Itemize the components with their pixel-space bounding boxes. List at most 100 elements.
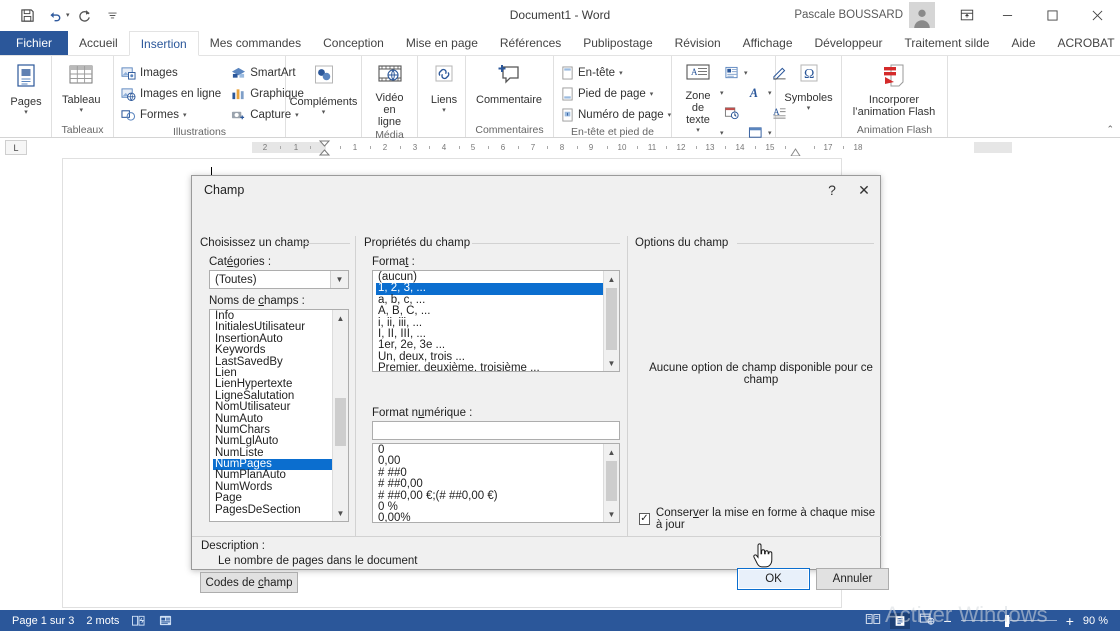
zoom-handle[interactable]	[1004, 614, 1009, 627]
pages-dropdown-caret[interactable]: ▾	[24, 109, 28, 116]
liens-dropdown-caret[interactable]: ▾	[442, 107, 446, 114]
images-en-ligne-button[interactable]: Images en ligne	[118, 83, 226, 104]
zoom-out-button[interactable]: −	[944, 613, 952, 629]
tab-mise-en-page[interactable]: Mise en page	[395, 31, 489, 55]
list-item[interactable]: Premier, deuxième, troisième ...	[376, 362, 603, 371]
symboles-button[interactable]: Ω Symboles ▾	[780, 60, 837, 112]
scroll-thumb[interactable]	[606, 288, 617, 350]
proofing-icon[interactable]	[131, 614, 146, 627]
tab-mes-commandes[interactable]: Mes commandes	[199, 31, 312, 55]
tab-traitement-silde[interactable]: Traitement silde	[894, 31, 1001, 55]
list-item[interactable]: NomUtilisateur	[213, 401, 332, 413]
page-indicator[interactable]: Page 1 sur 3	[12, 615, 74, 627]
cancel-button[interactable]: Annuler	[816, 568, 889, 590]
avatar[interactable]	[909, 2, 935, 28]
tab-aide[interactable]: Aide	[1000, 31, 1046, 55]
scroll-down-icon[interactable]: ▼	[604, 506, 619, 522]
formes-dropdown-caret[interactable]: ▾	[183, 111, 187, 119]
en-tete-dropdown-caret[interactable]: ▾	[619, 69, 623, 77]
web-layout-icon[interactable]	[919, 612, 935, 629]
object-dropdown-caret[interactable]: ▾	[768, 129, 776, 137]
print-layout-icon[interactable]	[889, 612, 910, 629]
tab-fichier[interactable]: Fichier	[0, 31, 69, 55]
tableau-button[interactable]: Tableau ▾	[56, 60, 107, 114]
field-names-scrollbar[interactable]: ▲ ▼	[332, 310, 348, 521]
zone-de-texte-button[interactable]: A Zone de texte ▾	[676, 60, 720, 134]
liens-button[interactable]: Liens ▾	[422, 60, 466, 114]
categories-combobox[interactable]: (Toutes) ▼	[209, 270, 349, 289]
scroll-down-icon[interactable]: ▼	[333, 505, 348, 521]
list-item[interactable]: 0	[376, 444, 603, 456]
date-time-icon[interactable]	[720, 103, 742, 122]
format-scrollbar[interactable]: ▲ ▼	[603, 271, 619, 371]
numeric-format-input[interactable]	[372, 421, 620, 440]
minimize-button[interactable]	[985, 0, 1030, 30]
tab-affichage[interactable]: Affichage	[732, 31, 804, 55]
customize-qat-icon[interactable]	[100, 4, 126, 26]
zone-de-texte-dropdown-caret[interactable]: ▾	[696, 127, 700, 134]
symboles-dropdown-caret[interactable]: ▾	[807, 105, 811, 112]
preserve-formatting-checkbox[interactable]: ✓ Conserver la mise en forme à chaque mi…	[639, 507, 880, 531]
list-item[interactable]: 0,00%	[376, 512, 603, 522]
pied-de-page-button[interactable]: Pied de page ▾	[558, 83, 676, 104]
undo-icon[interactable]	[42, 4, 68, 26]
pages-button[interactable]: Pages ▾	[4, 60, 48, 116]
complements-button[interactable]: Compléments ▾	[290, 60, 357, 116]
numeric-format-scrollbar[interactable]: ▲ ▼	[603, 444, 619, 522]
horizontal-ruler[interactable]: L 2 1 1 2 3 4 5 6 7 8 9 10 11 12 13 14 1…	[0, 139, 1120, 157]
field-codes-button[interactable]: Codes de champ	[200, 572, 298, 593]
list-item[interactable]: A, B, C, ...	[376, 305, 603, 317]
list-item[interactable]: PagesDeSection	[213, 504, 332, 516]
list-item[interactable]: # ##0,00	[376, 478, 603, 490]
scroll-up-icon[interactable]: ▲	[604, 271, 619, 287]
tableau-dropdown-caret[interactable]: ▾	[80, 107, 84, 114]
scroll-thumb[interactable]	[606, 461, 617, 501]
tab-stop-selector[interactable]: L	[5, 140, 27, 155]
undo-dropdown-caret[interactable]: ▾	[66, 11, 70, 19]
word-count[interactable]: 2 mots	[86, 615, 119, 627]
zoom-in-button[interactable]: +	[1066, 613, 1074, 629]
zoom-slider[interactable]	[960, 614, 1057, 627]
pied-de-page-dropdown-caret[interactable]: ▾	[650, 90, 654, 98]
chevron-down-icon[interactable]: ▼	[330, 271, 348, 288]
close-button[interactable]	[1075, 0, 1120, 30]
tab-acrobat[interactable]: ACROBAT	[1047, 31, 1120, 55]
tab-revision[interactable]: Révision	[664, 31, 732, 55]
commentaire-button[interactable]: Commentaire	[470, 60, 548, 106]
ribbon-display-options-icon[interactable]	[949, 0, 985, 30]
accessibility-icon[interactable]	[158, 614, 173, 627]
dialog-title-bar[interactable]: Champ ? ✕	[192, 176, 880, 204]
quick-parts-dropdown-caret[interactable]: ▾	[744, 69, 752, 77]
wordart-dropdown-caret[interactable]: ▾	[768, 89, 776, 97]
complements-dropdown-caret[interactable]: ▾	[322, 109, 326, 116]
checkbox-box[interactable]: ✓	[639, 513, 650, 525]
list-item[interactable]: # ##0,00 €;(# ##0,00 €)	[376, 490, 603, 502]
tab-publipostage[interactable]: Publipostage	[572, 31, 663, 55]
video-en-ligne-button[interactable]: Vidéo en ligne	[366, 60, 413, 128]
field-names-listbox[interactable]: Info InitialesUtilisateur InsertionAuto Key…	[209, 309, 349, 522]
numero-de-page-button[interactable]: Numéro de page ▾	[558, 104, 676, 125]
images-button[interactable]: Images	[118, 62, 226, 83]
redo-icon[interactable]	[72, 4, 98, 26]
scroll-down-icon[interactable]: ▼	[604, 355, 619, 371]
save-icon[interactable]	[14, 4, 40, 26]
scroll-up-icon[interactable]: ▲	[333, 310, 348, 326]
list-item[interactable]: Keywords	[213, 344, 332, 356]
maximize-button[interactable]	[1030, 0, 1075, 30]
numeric-format-listbox[interactable]: 0 0,00 # ##0 # ##0,00 # ##0,00 €;(# ##0,00 €…	[372, 443, 620, 523]
list-item[interactable]: Page	[213, 492, 332, 504]
scroll-up-icon[interactable]: ▲	[604, 444, 619, 460]
numero-de-page-dropdown-caret[interactable]: ▾	[668, 111, 672, 119]
incorporer-animation-flash-button[interactable]: Incorporer l’animation Flash	[846, 60, 942, 118]
signature-dropdown-caret[interactable]: ▾	[720, 89, 728, 97]
list-item[interactable]: NumLglAuto	[213, 435, 332, 447]
tab-conception[interactable]: Conception	[312, 31, 395, 55]
formes-button[interactable]: Formes ▾	[118, 104, 226, 125]
dialog-close-icon[interactable]: ✕	[848, 177, 880, 203]
quick-parts-icon[interactable]	[720, 63, 742, 82]
tab-references[interactable]: Références	[489, 31, 572, 55]
dialog-help-icon[interactable]: ?	[816, 177, 848, 203]
en-tete-button[interactable]: En-tête ▾	[558, 62, 676, 83]
tab-insertion[interactable]: Insertion	[128, 31, 199, 56]
ok-button[interactable]: OK	[737, 568, 810, 590]
